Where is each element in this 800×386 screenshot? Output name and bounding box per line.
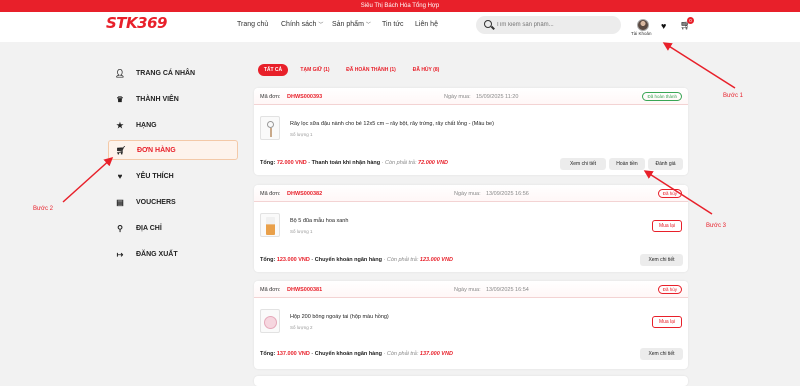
step-2-label: Bước 2 — [33, 206, 53, 212]
step-3-arrow — [643, 170, 713, 215]
step-2-arrow — [62, 156, 114, 203]
step-1-arrow — [662, 42, 736, 89]
annotation-overlay — [62, 42, 736, 215]
step-3-label: Bước 3 — [706, 223, 726, 229]
step-1-label: Bước 1 — [723, 93, 743, 99]
